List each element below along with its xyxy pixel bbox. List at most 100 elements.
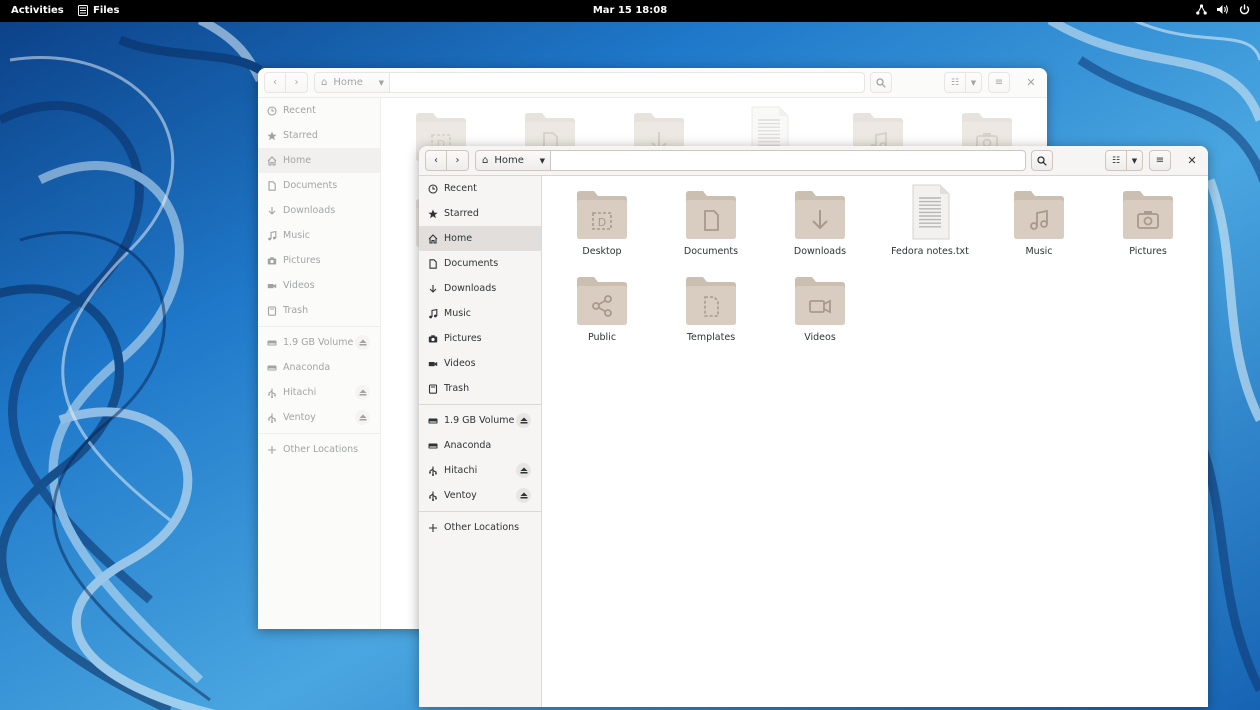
sidebar-item-pictures[interactable]: Pictures <box>258 248 380 273</box>
path-home-label: Home <box>494 155 524 166</box>
path-home-button[interactable]: ⌂ Home ▼ <box>314 72 390 93</box>
sidebar-item-label: Ventoy <box>283 412 316 423</box>
eject-button[interactable] <box>355 410 370 425</box>
music-icon <box>267 230 277 241</box>
sidebar-device-anaconda[interactable]: Anaconda <box>258 355 380 380</box>
sidebar-item-starred[interactable]: Starred <box>258 123 380 148</box>
main-menu-button[interactable]: ≡ <box>1149 150 1171 171</box>
sidebar-item-label: Downloads <box>444 283 497 294</box>
sidebar-separator <box>419 404 541 405</box>
file-item-music[interactable]: Music <box>989 188 1089 257</box>
file-item-label: Public <box>587 332 617 343</box>
file-item-fedora-notes-txt[interactable]: Fedora notes.txt <box>880 184 980 257</box>
close-button[interactable]: ✕ <box>1023 74 1039 90</box>
search-button[interactable] <box>870 72 892 93</box>
download-icon <box>267 206 277 216</box>
eject-button[interactable] <box>516 488 531 503</box>
sidebar-item-recent[interactable]: Recent <box>419 176 541 201</box>
sidebar-item-downloads[interactable]: Downloads <box>258 198 380 223</box>
usb-icon <box>267 413 277 423</box>
search-button[interactable] <box>1031 150 1053 171</box>
file-item-public[interactable]: Public <box>552 274 652 343</box>
sidebar-item-label: Anaconda <box>283 362 331 373</box>
sidebar-separator <box>419 511 541 512</box>
sidebar-item-documents[interactable]: Documents <box>419 251 541 276</box>
eject-button[interactable] <box>516 463 531 478</box>
sidebar-device-ventoy[interactable]: Ventoy <box>419 483 541 508</box>
main-menu-button[interactable]: ≡ <box>988 72 1010 93</box>
sidebar-item-music[interactable]: Music <box>258 223 380 248</box>
file-item-downloads[interactable]: Downloads <box>770 188 870 257</box>
music-icon <box>428 308 438 319</box>
files-window[interactable]: ‹ › ⌂ Home ▼ ☷ ▼ ≡ ✕ Recent Starred Home Do… <box>419 146 1208 707</box>
sidebar-item-trash[interactable]: Trash <box>419 376 541 401</box>
sidebar-item-music[interactable]: Music <box>419 301 541 326</box>
eject-icon <box>359 414 367 421</box>
clock[interactable]: Mar 15 18:08 <box>0 5 1260 16</box>
sidebar-item-other-locations[interactable]: Other Locations <box>419 515 541 540</box>
sidebar-item-starred[interactable]: Starred <box>419 201 541 226</box>
forward-button[interactable]: › <box>447 150 469 171</box>
file-item-pictures[interactable]: Pictures <box>1098 188 1198 257</box>
activities-button[interactable]: Activities <box>11 5 64 16</box>
sidebar-item-videos[interactable]: Videos <box>419 351 541 376</box>
file-item-templates[interactable]: Templates <box>661 274 761 343</box>
file-item-label: Desktop <box>582 246 622 257</box>
sidebar-item-label: Hitachi <box>444 465 478 476</box>
sidebar-item-pictures[interactable]: Pictures <box>419 326 541 351</box>
file-item-documents[interactable]: Documents <box>661 188 761 257</box>
sidebar-device-hitachi[interactable]: Hitachi <box>258 380 380 405</box>
file-item-videos[interactable]: Videos <box>770 274 870 343</box>
sidebar-device-ventoy[interactable]: Ventoy <box>258 405 380 430</box>
sidebar-device-anaconda[interactable]: Anaconda <box>419 433 541 458</box>
view-dropdown-button[interactable]: ▼ <box>1127 150 1143 171</box>
home-icon <box>428 233 438 244</box>
close-icon: ✕ <box>1026 75 1036 89</box>
sidebar-item-other-locations[interactable]: Other Locations <box>258 437 380 462</box>
path-empty-area[interactable] <box>390 72 865 93</box>
usb-icon <box>428 466 438 476</box>
sidebar-item-documents[interactable]: Documents <box>258 173 380 198</box>
file-item-desktop[interactable]: D Desktop <box>552 188 652 257</box>
path-home-button[interactable]: ⌂ Home ▼ <box>475 150 551 171</box>
sidebar-item-downloads[interactable]: Downloads <box>419 276 541 301</box>
path-bar: ⌂ Home ▼ <box>314 72 865 93</box>
sidebar-item-label: Documents <box>444 258 499 269</box>
search-icon <box>1037 155 1047 166</box>
sidebar-item-label: Other Locations <box>283 444 359 455</box>
sidebar-item-label: Pictures <box>444 333 482 344</box>
eject-button[interactable] <box>516 413 531 428</box>
view-toggle-button[interactable]: ☷ <box>944 72 966 93</box>
path-empty-area[interactable] <box>551 150 1026 171</box>
sidebar-item-recent[interactable]: Recent <box>258 98 380 123</box>
close-button[interactable]: ✕ <box>1184 152 1200 168</box>
sidebar-item-home[interactable]: Home <box>258 148 380 173</box>
sidebar-item-trash[interactable]: Trash <box>258 298 380 323</box>
app-menu-button[interactable]: Files <box>78 5 119 16</box>
sidebar-item-label: Hitachi <box>283 387 317 398</box>
view-dropdown-button[interactable]: ▼ <box>966 72 982 93</box>
forward-button[interactable]: › <box>286 72 308 93</box>
list-view-icon: ☷ <box>1111 155 1121 166</box>
home-icon <box>267 155 277 166</box>
chevron-right-icon: › <box>294 77 299 88</box>
navigation-buttons: ‹ › <box>264 72 308 93</box>
back-button[interactable]: ‹ <box>425 150 447 171</box>
sidebar-device-1-9-gb-volume[interactable]: 1.9 GB Volume <box>258 330 380 355</box>
sidebar-item-videos[interactable]: Videos <box>258 273 380 298</box>
eject-icon <box>359 389 367 396</box>
sidebar-item-home[interactable]: Home <box>419 226 541 251</box>
sidebar-device-hitachi[interactable]: Hitachi <box>419 458 541 483</box>
eject-button[interactable] <box>355 385 370 400</box>
back-button[interactable]: ‹ <box>264 72 286 93</box>
file-item-label: Pictures <box>1129 246 1167 257</box>
video-icon <box>267 281 277 291</box>
sidebar-item-label: Home <box>283 155 312 166</box>
view-toggle-button[interactable]: ☷ <box>1105 150 1127 171</box>
video-icon <box>428 359 438 369</box>
system-tray[interactable] <box>1196 4 1250 15</box>
eject-button[interactable] <box>355 335 370 350</box>
file-item-label: Downloads <box>793 246 847 257</box>
eject-icon <box>359 339 367 346</box>
sidebar-device-1-9-gb-volume[interactable]: 1.9 GB Volume <box>419 408 541 433</box>
